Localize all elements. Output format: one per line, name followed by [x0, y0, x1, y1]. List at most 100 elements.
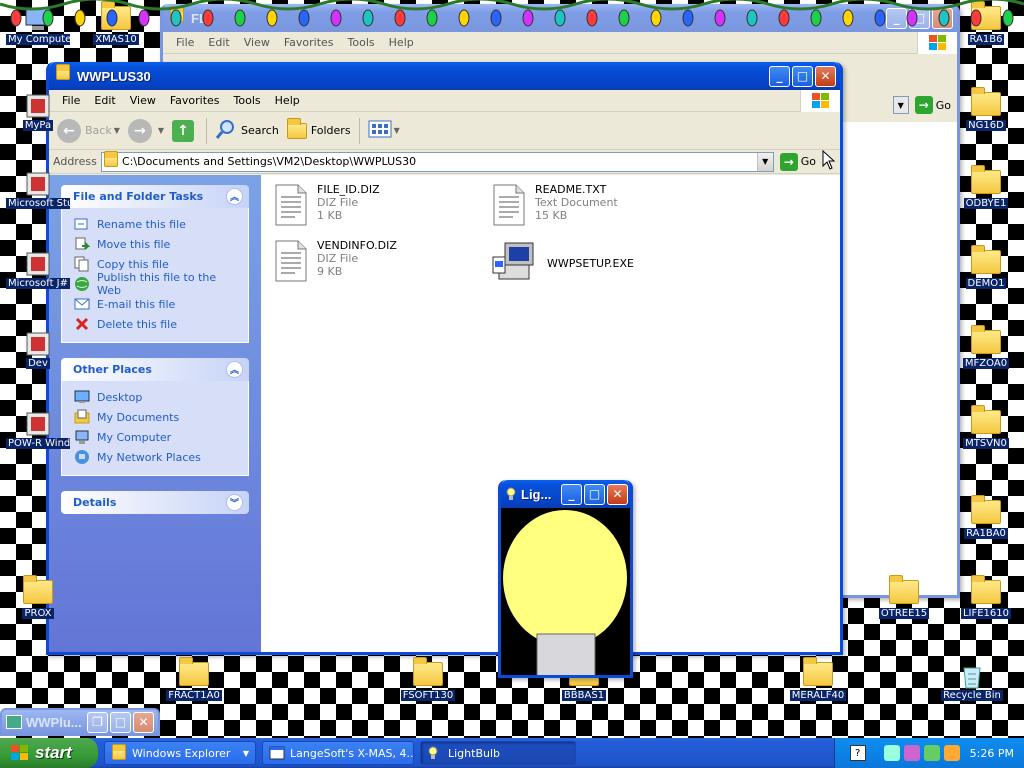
up-folder-button[interactable]: ↑ [168, 116, 202, 146]
light-bulb [298, 9, 310, 27]
menu-help[interactable]: Help [382, 36, 421, 49]
file-item[interactable]: FILE_ID.DIZ DIZ File 1 KB [273, 183, 483, 227]
task-link[interactable]: My Computer [74, 427, 238, 447]
task-link[interactable]: Rename this file [74, 214, 238, 234]
lightbulb-titlebar[interactable]: Lig... _ □ ✕ [501, 480, 630, 508]
desktop-icon[interactable]: ODBYE1 [954, 165, 1018, 212]
explorer-window[interactable]: WWPLUS30 _ □ ✕ File Edit View Favorites Tool… [46, 62, 843, 655]
search-tray-icon[interactable] [943, 745, 960, 761]
desktop-icon[interactable]: NG16D [954, 87, 1018, 134]
desktop-icon[interactable]: Dev [6, 330, 70, 372]
menu-file[interactable]: File [169, 36, 201, 49]
restore-button[interactable]: ❐ [87, 711, 108, 733]
minimize-button[interactable]: _ [561, 483, 582, 505]
panel-header[interactable]: Details ︾ [61, 491, 249, 514]
forward-button[interactable]: → ▼ [124, 116, 168, 146]
task-link-label: My Documents [97, 410, 180, 424]
maximize-button[interactable]: □ [792, 65, 813, 87]
desktop-icon[interactable]: POW-R Windo [6, 410, 70, 452]
views-button[interactable]: ▼ [364, 116, 404, 146]
windows-flag-icon [10, 744, 30, 762]
menu-view[interactable]: View [123, 94, 163, 107]
file-item[interactable]: WWPSETUP.EXE [491, 239, 701, 287]
address-dropdown-button[interactable]: ▼ [756, 152, 773, 171]
desktop-icon[interactable]: Microsoft Studio [6, 170, 70, 212]
menu-view[interactable]: View [237, 36, 277, 49]
address-input[interactable]: C:\Documents and Settings\VM2\Desktop\WW… [101, 151, 774, 172]
menu-edit[interactable]: Edit [201, 36, 236, 49]
desktop-icon[interactable]: MFZOA0 [954, 325, 1018, 372]
desktop-icon[interactable]: DEMO1 [954, 245, 1018, 292]
file-type: Text Document [535, 196, 618, 209]
lightbulb-window[interactable]: Lig... _ □ ✕ [498, 480, 633, 678]
minimized-window[interactable]: WWPlu... ❐ □ ✕ [0, 708, 160, 736]
desktop-icon-label: MERALF40 [789, 690, 847, 701]
network-tray-icon[interactable] [883, 745, 900, 761]
panel-header[interactable]: File and Folder Tasks ︽ [61, 185, 249, 208]
close-button[interactable]: ✕ [607, 483, 628, 505]
menu-tools[interactable]: Tools [227, 94, 268, 107]
up-arrow-icon: ↑ [172, 119, 195, 142]
desktop-icon[interactable]: RA1BA0 [954, 495, 1018, 542]
task-link[interactable]: Delete this file [74, 314, 238, 334]
panel-header[interactable]: Other Places ︽ [61, 358, 249, 381]
desktop-icon[interactable]: OTREE15 [872, 575, 936, 622]
app-shortcut-icon [22, 92, 54, 120]
desktop-icon[interactable]: Microsoft J# 2005 [6, 250, 70, 292]
taskbar-button[interactable]: Windows Explorer ▼ [104, 741, 256, 765]
back-label: Back [85, 124, 112, 137]
light-bulb [170, 9, 182, 27]
clock[interactable]: 5:26 PM [970, 747, 1014, 760]
taskbar-button-label: LangeSoft's X-MAS, 4... [290, 746, 414, 760]
file-name: VENDINFO.DIZ [317, 239, 397, 252]
file-item[interactable]: VENDINFO.DIZ DIZ File 9 KB [273, 239, 483, 283]
app-icon [6, 715, 22, 729]
close-button[interactable]: ✕ [815, 65, 836, 87]
folders-button[interactable]: Folders [283, 116, 355, 146]
expand-chevron-icon[interactable]: ︾ [226, 494, 243, 511]
search-button[interactable]: Search [211, 116, 283, 146]
taskbar-button[interactable]: LightBulb [420, 741, 576, 765]
desktop-icon-label: NG16D [966, 120, 1006, 131]
task-link[interactable]: Move this file [74, 234, 238, 254]
help-icon[interactable]: ? [849, 745, 866, 761]
collapse-chevron-icon[interactable]: ︽ [226, 361, 243, 378]
desktop-icon[interactable]: LIFE1610 [954, 575, 1018, 622]
collapse-chevron-icon[interactable]: ︽ [226, 188, 243, 205]
desktop-icon-label: LIFE1610 [960, 608, 1012, 619]
minimize-button[interactable]: _ [769, 65, 790, 87]
maximize-button[interactable]: □ [110, 711, 131, 733]
task-link[interactable]: Desktop [74, 387, 238, 407]
maximize-button[interactable]: □ [584, 483, 605, 505]
tray-app-icon[interactable] [923, 745, 940, 761]
start-button[interactable]: start [0, 738, 98, 768]
desktop-icon[interactable]: FSOFT130 [396, 657, 460, 704]
task-link[interactable]: E-mail this file [74, 294, 238, 314]
desktop-icon[interactable]: MERALF40 [786, 657, 850, 704]
explorer-titlebar[interactable]: WWPLUS30 _ □ ✕ [49, 62, 840, 90]
menu-favorites[interactable]: Favorites [163, 94, 227, 107]
task-link[interactable]: Publish this file to the Web [74, 271, 238, 297]
file-name: README.TXT [535, 183, 607, 196]
menu-tools[interactable]: Tools [341, 36, 382, 49]
address-dropdown[interactable]: ▼ [892, 96, 909, 114]
task-link-label: Copy this file [97, 257, 169, 271]
search-label: Search [241, 124, 279, 137]
menu-help[interactable]: Help [268, 94, 307, 107]
desktop-icon[interactable]: MTSVN0 [954, 405, 1018, 452]
back-window-go[interactable]: ▼ → Go [892, 96, 951, 114]
desktop-icon[interactable]: MyPa [6, 92, 70, 134]
close-button[interactable]: ✕ [133, 711, 154, 733]
taskbar-button[interactable]: LangeSoft's X-MAS, 4... [262, 741, 414, 765]
task-link[interactable]: My Documents [74, 407, 238, 427]
desktop-icon[interactable]: PROX [6, 575, 70, 622]
menu-edit[interactable]: Edit [87, 94, 122, 107]
menu-favorites[interactable]: Favorites [277, 36, 341, 49]
task-link[interactable]: My Network Places [74, 447, 238, 467]
go-button[interactable]: → Go [779, 152, 816, 171]
desktop-icon[interactable]: Recycle Bin [940, 662, 1004, 704]
tray-app-icon[interactable] [903, 745, 920, 761]
folder-icon [970, 405, 1002, 438]
file-item[interactable]: README.TXT Text Document 15 KB [491, 183, 701, 227]
desktop-icon[interactable]: FRACT1A0 [162, 657, 226, 704]
